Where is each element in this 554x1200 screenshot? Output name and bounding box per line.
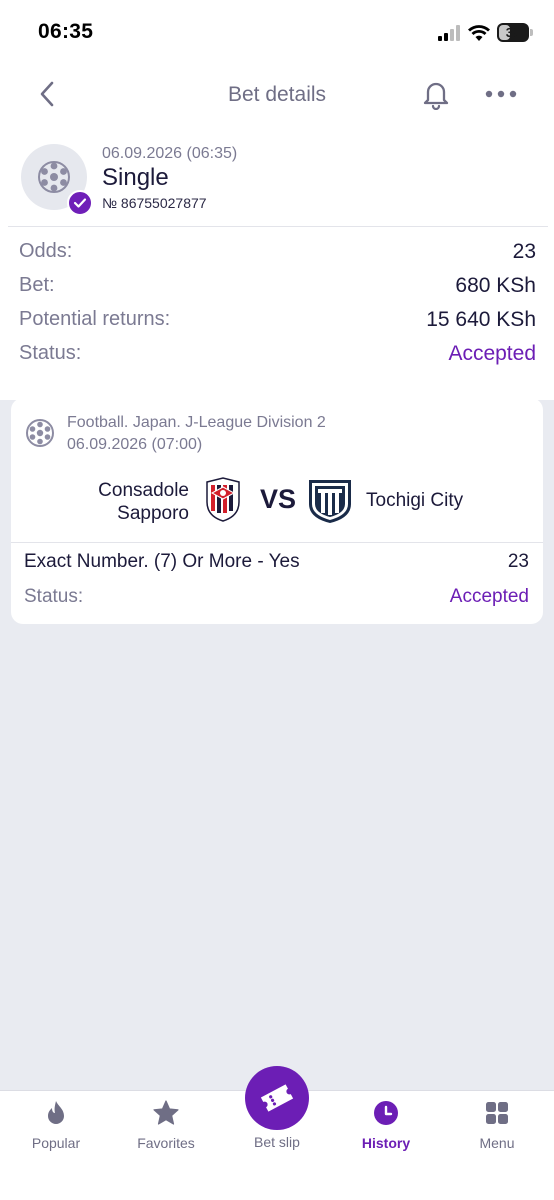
nav-label-popular: Popular [31,1135,81,1151]
market-odds: 23 [507,551,529,572]
event-card[interactable]: Football. Japan. J-League Division 2 06.… [11,398,543,624]
header: Bet details [0,64,554,124]
signal-icon [438,25,460,41]
event-date: 06.09.2026 (07:00) [67,436,203,453]
odds-row: Odds: 23 [19,240,536,270]
market-name: Exact Number. (7) Or More - Yes [24,551,300,572]
flame-icon [48,1101,64,1124]
vs-label: VS [260,484,297,514]
event-league: Football. Japan. J-League Division 2 [67,414,326,431]
nav-label-menu: Menu [479,1135,515,1151]
nav-item-popular[interactable]: Popular [1,1091,111,1171]
potential-returns-label: Potential returns: [19,308,171,330]
potential-returns-value: 15 640 KSh [426,308,536,331]
bet-number: № 86755027877 [102,195,207,211]
ticket-icon [260,1084,294,1112]
battery-level: 39 [505,25,521,40]
event-status-badge: Accepted [449,586,529,607]
nav-item-history[interactable]: History [331,1091,441,1171]
odds-label: Odds: [19,240,73,262]
page-title: Bet details [227,83,327,106]
bell-icon[interactable] [421,78,451,110]
nav-label-bet-slip: Bet slip [254,1134,300,1150]
team1-name-line1: Consadole [98,480,189,501]
grid-icon [486,1102,508,1124]
nav-label-history: History [361,1135,411,1151]
wifi-icon [468,25,490,41]
more-icon[interactable] [484,84,518,104]
status-time: 06:35 [38,20,94,43]
nav-item-menu[interactable]: Menu [442,1091,552,1171]
divider [11,542,543,543]
team1-name-line2: Sapporo [117,503,189,524]
status-label: Status: [19,342,82,364]
bet-amount-value: 680 KSh [455,274,536,297]
bet-date: 06.09.2026 (06:35) [102,145,238,162]
check-badge [67,190,93,216]
potential-returns-row: Potential returns: 15 640 KSh [19,308,536,338]
battery-icon: 39 [497,23,529,42]
event-status-label: Status: [24,586,84,607]
bet-amount-row: Bet: 680 KSh [19,274,536,304]
football-icon [26,419,54,447]
team1-name: Consadole Sapporo [29,479,189,525]
team2-logo [309,480,351,523]
status-row: Status: Accepted [19,342,536,372]
status-badge: Accepted [448,342,536,365]
team1-logo [206,477,240,522]
bet-amount-label: Bet: [19,274,55,296]
bet-slip-button[interactable] [245,1066,309,1130]
check-icon [73,198,87,208]
bet-type: Single [102,164,169,191]
nav-label-favorites: Favorites [137,1135,195,1151]
status-bar: 06:35 39 [0,0,554,64]
divider [8,226,548,227]
star-icon [153,1100,179,1125]
odds-value: 23 [512,240,536,263]
team2-name: Tochigi City [366,490,464,511]
clock-icon [374,1101,398,1125]
nav-item-favorites[interactable]: Favorites [111,1091,221,1171]
battery-cap [530,29,533,36]
